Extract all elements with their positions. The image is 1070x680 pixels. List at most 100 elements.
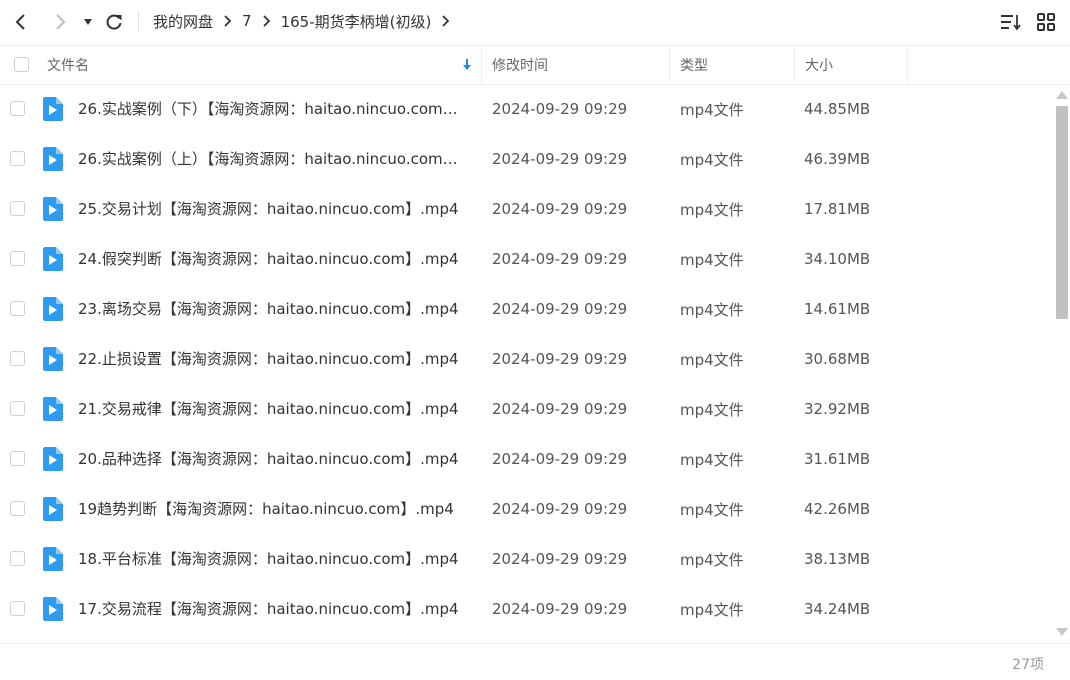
row-checkbox[interactable] <box>10 601 25 616</box>
column-header-name[interactable]: 文件名 <box>47 46 477 84</box>
file-name[interactable]: 25.交易计划【海淘资源网：haitao.nincuo.com】.mp4 <box>78 184 463 234</box>
column-header-type[interactable]: 类型 <box>680 46 708 84</box>
table-row[interactable]: 19趋势判断【海淘资源网：haitao.nincuo.com】.mp4 2024… <box>0 484 1052 534</box>
scroll-down-arrow-icon[interactable] <box>1056 628 1068 636</box>
refresh-button[interactable] <box>104 10 124 34</box>
table-row[interactable]: 22.止损设置【海淘资源网：haitao.nincuo.com】.mp4 202… <box>0 334 1052 384</box>
scroll-up-arrow-icon[interactable] <box>1056 91 1068 99</box>
table-row[interactable]: 20.品种选择【海淘资源网：haitao.nincuo.com】.mp4 202… <box>0 434 1052 484</box>
breadcrumb-item-folder-7[interactable]: 7 <box>242 12 252 30</box>
forward-button[interactable] <box>50 10 70 34</box>
file-name[interactable]: 20.品种选择【海淘资源网：haitao.nincuo.com】.mp4 <box>78 434 463 484</box>
file-size: 34.10MB <box>804 250 871 268</box>
back-button[interactable] <box>10 10 32 34</box>
column-header-size[interactable]: 大小 <box>805 46 833 84</box>
refresh-icon <box>106 14 122 30</box>
video-file-icon <box>43 297 63 321</box>
table-row[interactable]: 25.交易计划【海淘资源网：haitao.nincuo.com】.mp4 202… <box>0 184 1052 234</box>
file-type: mp4文件 <box>680 200 744 219</box>
column-divider <box>907 46 908 84</box>
file-size: 14.61MB <box>804 300 871 318</box>
file-name[interactable]: 26.实战案例（下）【海淘资源网：haitao.nincuo.com】.mp4 <box>78 84 463 134</box>
column-header-time-label: 修改时间 <box>492 58 548 74</box>
file-name[interactable]: 26.实战案例（上）【海淘资源网：haitao.nincuo.com】.mp4 <box>78 134 463 184</box>
table-row[interactable]: 26.实战案例（上）【海淘资源网：haitao.nincuo.com】.mp4 … <box>0 134 1052 184</box>
file-type: mp4文件 <box>680 150 744 169</box>
file-size: 32.92MB <box>804 400 871 418</box>
chevron-right-icon[interactable] <box>441 15 450 27</box>
table-row[interactable]: 21.交易戒律【海淘资源网：haitao.nincuo.com】.mp4 202… <box>0 384 1052 434</box>
video-file-icon <box>43 247 63 271</box>
chevron-right-icon <box>223 15 232 27</box>
table-row[interactable]: 17.交易流程【海淘资源网：haitao.nincuo.com】.mp4 202… <box>0 584 1052 634</box>
file-modified-time: 2024-09-29 09:29 <box>492 300 628 318</box>
file-modified-time: 2024-09-29 09:29 <box>492 600 628 618</box>
breadcrumb-item-current[interactable]: 165-期货李柄增(初级) <box>281 11 432 32</box>
video-file-icon <box>43 347 63 371</box>
file-type: mp4文件 <box>680 350 744 369</box>
vertical-scrollbar[interactable] <box>1055 88 1069 638</box>
grid-view-icon <box>1037 13 1055 31</box>
sort-icon <box>1001 15 1021 31</box>
column-header-type-label: 类型 <box>680 58 708 74</box>
row-checkbox[interactable] <box>10 501 25 516</box>
file-type: mp4文件 <box>680 450 744 469</box>
file-name[interactable]: 22.止损设置【海淘资源网：haitao.nincuo.com】.mp4 <box>78 334 463 384</box>
item-count: 27项 <box>1012 657 1044 673</box>
file-type: mp4文件 <box>680 500 744 519</box>
status-bar: 27项 <box>0 643 1070 680</box>
file-type: mp4文件 <box>680 100 744 119</box>
row-checkbox[interactable] <box>10 351 25 366</box>
file-modified-time: 2024-09-29 09:29 <box>492 400 628 418</box>
file-name[interactable]: 24.假突判断【海淘资源网：haitao.nincuo.com】.mp4 <box>78 234 463 284</box>
row-checkbox[interactable] <box>10 551 25 566</box>
toolbar: 我的网盘 7 165-期货李柄增(初级) <box>0 0 1070 44</box>
chevron-left-icon <box>15 14 25 30</box>
row-checkbox[interactable] <box>10 201 25 216</box>
file-name[interactable]: 21.交易戒律【海淘资源网：haitao.nincuo.com】.mp4 <box>78 384 463 434</box>
row-checkbox[interactable] <box>10 151 25 166</box>
file-modified-time: 2024-09-29 09:29 <box>492 100 628 118</box>
file-type: mp4文件 <box>680 550 744 569</box>
table-row[interactable]: 23.离场交易【海淘资源网：haitao.nincuo.com】.mp4 202… <box>0 284 1052 334</box>
file-type: mp4文件 <box>680 300 744 319</box>
video-file-icon <box>43 97 63 121</box>
history-dropdown-button[interactable] <box>82 10 94 34</box>
table-row[interactable]: 18.平台标准【海淘资源网：haitao.nincuo.com】.mp4 202… <box>0 534 1052 584</box>
table-row[interactable]: 24.假突判断【海淘资源网：haitao.nincuo.com】.mp4 202… <box>0 234 1052 284</box>
table-row[interactable]: 26.实战案例（下）【海淘资源网：haitao.nincuo.com】.mp4 … <box>0 84 1052 134</box>
column-divider <box>481 46 482 84</box>
file-modified-time: 2024-09-29 09:29 <box>492 500 628 518</box>
file-modified-time: 2024-09-29 09:29 <box>492 250 628 268</box>
video-file-icon <box>43 197 63 221</box>
toolbar-divider <box>138 12 139 32</box>
video-file-icon <box>43 497 63 521</box>
file-type: mp4文件 <box>680 250 744 269</box>
sort-button[interactable] <box>1000 11 1022 33</box>
video-file-icon <box>43 397 63 421</box>
file-name[interactable]: 17.交易流程【海淘资源网：haitao.nincuo.com】.mp4 <box>78 584 463 634</box>
scrollbar-thumb[interactable] <box>1056 106 1068 319</box>
breadcrumb-item-root[interactable]: 我的网盘 <box>153 11 213 32</box>
file-name[interactable]: 19趋势判断【海淘资源网：haitao.nincuo.com】.mp4 <box>78 484 463 534</box>
grid-view-button[interactable] <box>1035 11 1057 33</box>
row-checkbox[interactable] <box>10 251 25 266</box>
file-type: mp4文件 <box>680 600 744 619</box>
file-size: 17.81MB <box>804 200 871 218</box>
file-size: 31.61MB <box>804 450 871 468</box>
row-checkbox[interactable] <box>10 101 25 116</box>
select-all-checkbox[interactable] <box>14 57 29 72</box>
column-divider <box>669 46 670 84</box>
video-file-icon <box>43 147 63 171</box>
file-size: 42.26MB <box>804 500 871 518</box>
file-name[interactable]: 23.离场交易【海淘资源网：haitao.nincuo.com】.mp4 <box>78 284 463 334</box>
row-checkbox[interactable] <box>10 301 25 316</box>
breadcrumb: 我的网盘 7 165-期货李柄增(初级) <box>153 0 460 42</box>
row-checkbox[interactable] <box>10 451 25 466</box>
column-header-time[interactable]: 修改时间 <box>492 46 548 84</box>
file-modified-time: 2024-09-29 09:29 <box>492 350 628 368</box>
video-file-icon <box>43 547 63 571</box>
row-checkbox[interactable] <box>10 401 25 416</box>
file-name[interactable]: 18.平台标准【海淘资源网：haitao.nincuo.com】.mp4 <box>78 534 463 584</box>
file-size: 30.68MB <box>804 350 871 368</box>
